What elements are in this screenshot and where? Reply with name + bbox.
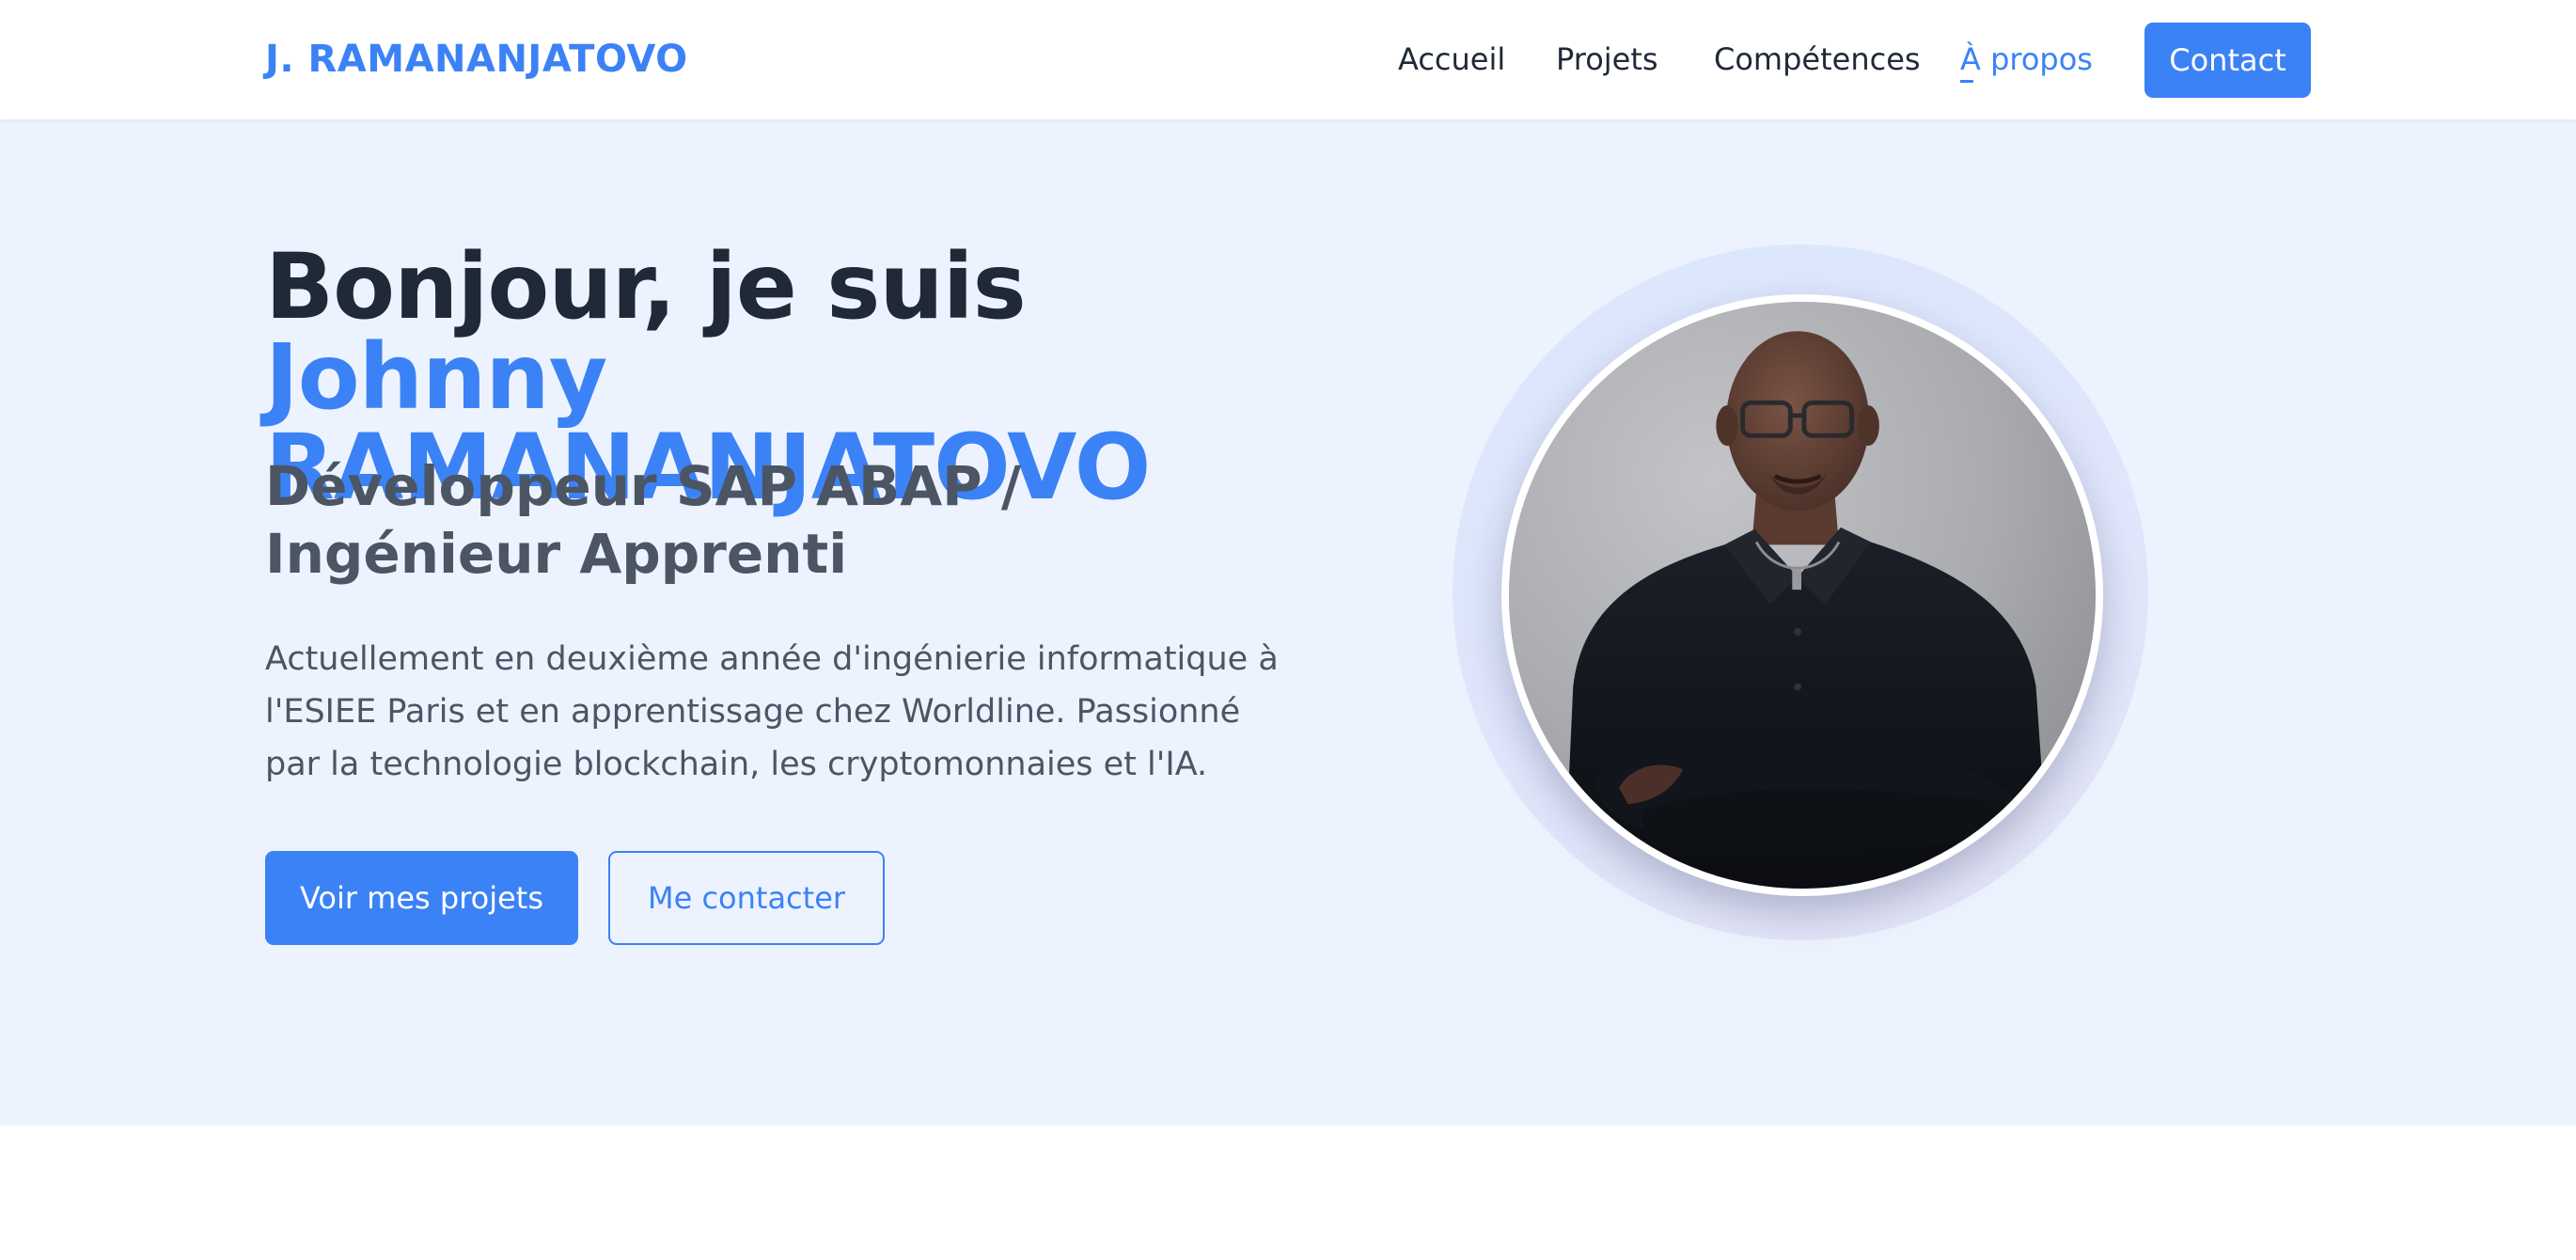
hero-description: Actuellement en deuxième année d'ingénie…: [265, 640, 1279, 783]
nav-link-accueil[interactable]: Accueil: [1398, 41, 1505, 77]
navbar: J. RAMANANJATOVO Accueil Projets Compéte…: [0, 0, 2576, 119]
profile-photo: [1501, 294, 2103, 896]
brand-logo[interactable]: J. RAMANANJATOVO: [265, 38, 688, 81]
view-projects-button[interactable]: Voir mes projets: [265, 851, 578, 945]
nav-link-a-propos-label: À propos: [1960, 41, 2093, 77]
about-section: [0, 1126, 2576, 1260]
nav-link-a-propos[interactable]: À propos: [1960, 41, 2093, 83]
contact-button[interactable]: Contact: [2144, 23, 2311, 98]
active-indicator: [1960, 80, 1973, 83]
nav-link-projets[interactable]: Projets: [1556, 41, 1658, 77]
nav-link-competences[interactable]: Compétences: [1714, 41, 1921, 77]
contact-me-button[interactable]: Me contacter: [608, 851, 885, 945]
hero-section: Bonjour, je suis Johnny RAMANANJATOVO Dé…: [0, 119, 2576, 1126]
hero-subtitle: Développeur SAP ABAP / Ingénieur Apprent…: [265, 454, 1022, 586]
profile-photo-illustration: [1509, 302, 2096, 889]
